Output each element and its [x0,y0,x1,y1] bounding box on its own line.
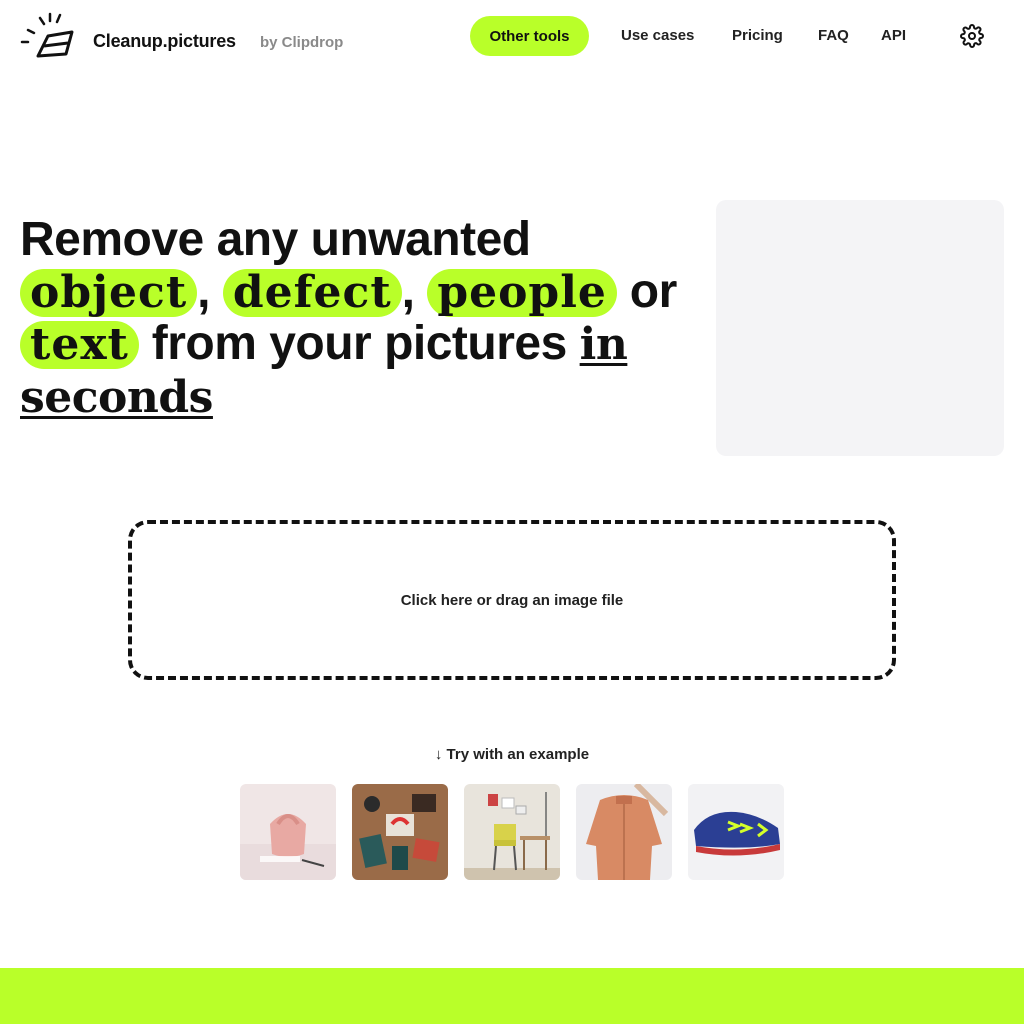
example-thumb-blue-sneaker[interactable] [688,784,784,880]
pink-bag-photo [240,784,336,880]
footer-accent-band [0,968,1024,1024]
eraser-logo-icon[interactable] [20,12,76,58]
highlight-text: text [20,321,139,369]
example-thumb-workspace-chair[interactable] [464,784,560,880]
blue-sneaker-photo [688,784,784,880]
hero-comma: , [401,265,415,318]
examples-heading: ↓ Try with an example [0,746,1024,763]
example-thumbnails [240,784,784,880]
orange-jacket-photo [576,784,672,880]
nav-pricing[interactable]: Pricing [732,27,783,44]
upload-dropzone[interactable]: Click here or drag an image file [128,520,896,680]
hero-comma: , [197,265,210,318]
hero-middle: from your pictures [151,317,568,370]
example-thumb-desk-stationery[interactable] [352,784,448,880]
highlight-object: object [20,269,198,317]
examples-label: Try with an example [446,746,590,763]
gear-icon[interactable] [960,24,984,48]
header: Cleanup.pictures by Clipdrop Other tools… [0,0,1024,72]
brand-name[interactable]: Cleanup.pictures [93,31,236,52]
brand-byline[interactable]: by Clipdrop [260,34,343,51]
nav-faq[interactable]: FAQ [818,27,849,44]
workspace-chair-photo [464,784,560,880]
demo-preview-panel [716,200,1004,456]
example-thumb-pink-bag[interactable] [240,784,336,880]
hero-line1: Remove any unwanted [20,213,531,266]
example-thumb-orange-jacket[interactable] [576,784,672,880]
arrow-down-icon: ↓ [434,746,443,763]
hero-or: or [629,265,678,318]
highlight-people: people [427,269,617,317]
hero-headline: Remove any unwanted object, defect, peop… [20,214,700,424]
other-tools-button[interactable]: Other tools [470,16,589,56]
desk-stationery-photo [352,784,448,880]
nav-api[interactable]: API [881,27,906,44]
upload-label: Click here or drag an image file [400,591,624,609]
highlight-defect: defect [222,269,402,317]
nav-use-cases[interactable]: Use cases [621,27,694,44]
